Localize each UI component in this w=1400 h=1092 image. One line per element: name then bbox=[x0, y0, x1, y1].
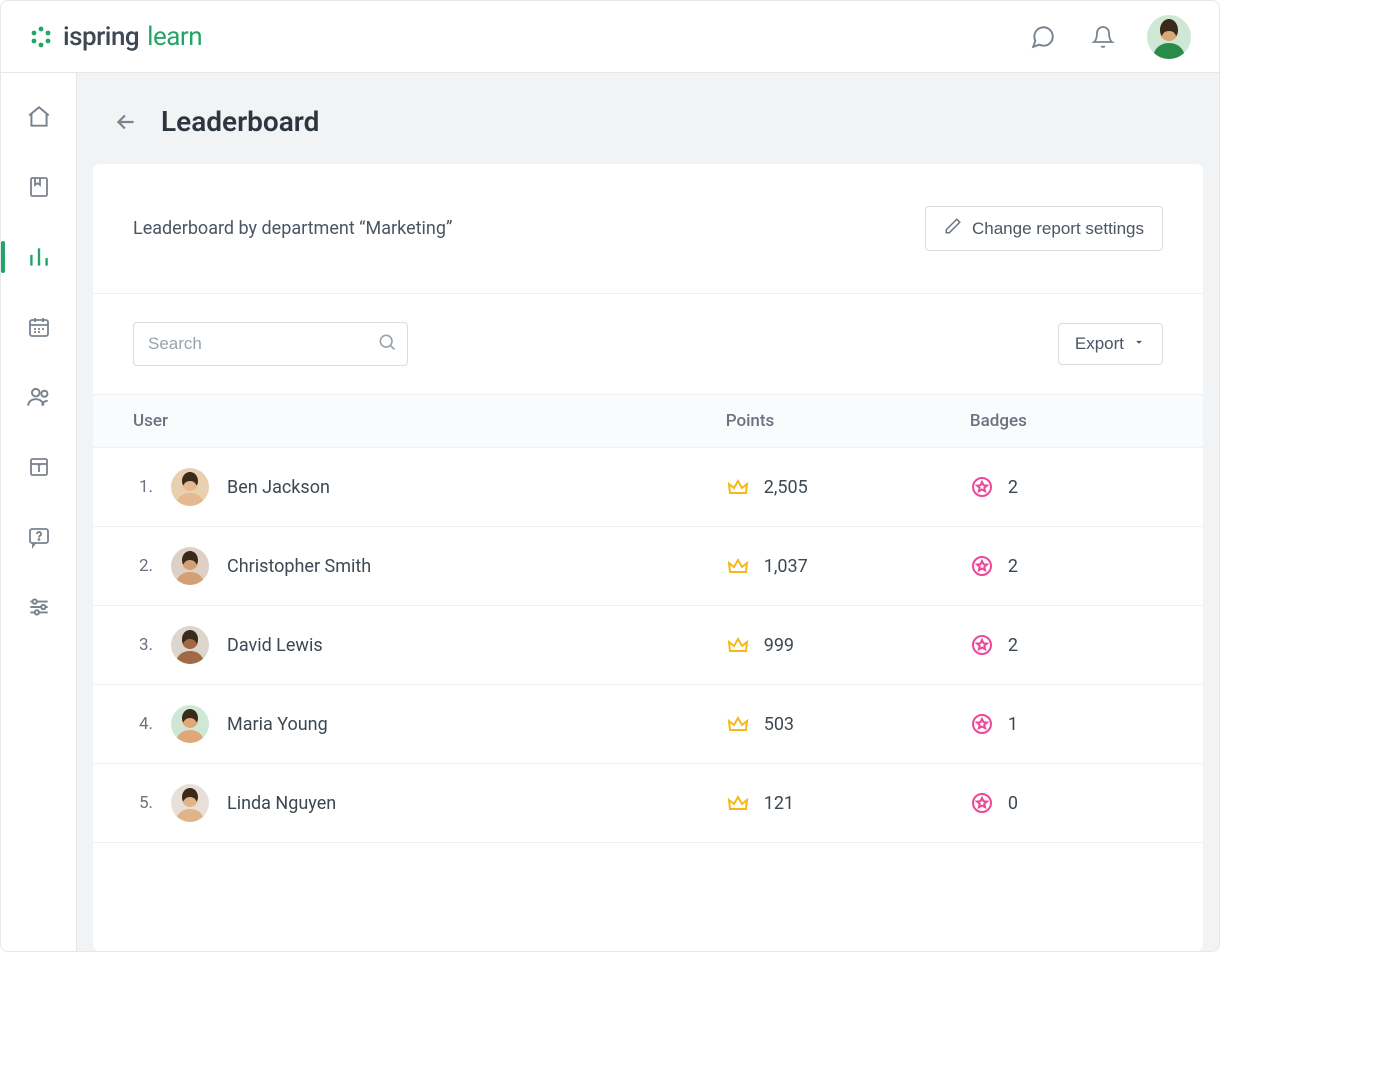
user-avatar-icon bbox=[171, 705, 209, 743]
points-value: 2,505 bbox=[764, 477, 808, 498]
topbar: ispring learn bbox=[1, 1, 1219, 73]
star-badge-icon bbox=[970, 791, 994, 815]
search-input[interactable] bbox=[148, 334, 377, 354]
table-row[interactable]: 2. Christopher Smith 1,037 2 bbox=[93, 527, 1203, 606]
rank: 2. bbox=[133, 556, 153, 576]
star-badge-icon bbox=[970, 712, 994, 736]
sidebar-courses-icon[interactable] bbox=[15, 167, 63, 207]
points-value: 503 bbox=[764, 714, 794, 735]
badges-value: 0 bbox=[1008, 793, 1018, 814]
logo[interactable]: ispring learn bbox=[29, 22, 202, 52]
table-row[interactable]: 1. Ben Jackson 2,505 2 bbox=[93, 448, 1203, 527]
chevron-down-icon bbox=[1132, 334, 1146, 354]
user-avatar-icon bbox=[171, 468, 209, 506]
star-badge-icon bbox=[970, 554, 994, 578]
crown-icon bbox=[726, 554, 750, 578]
badges-value: 2 bbox=[1008, 635, 1018, 656]
sidebar-settings-icon[interactable] bbox=[15, 587, 63, 627]
report-description: Leaderboard by department “Marketing” bbox=[133, 218, 452, 239]
sidebar-info-icon[interactable] bbox=[15, 447, 63, 487]
back-button[interactable] bbox=[113, 109, 139, 135]
sidebar-reports-icon[interactable] bbox=[15, 237, 63, 277]
table-row[interactable]: 3. David Lewis 999 2 bbox=[93, 606, 1203, 685]
rank: 3. bbox=[133, 635, 153, 655]
logo-text-2: learn bbox=[147, 22, 202, 52]
col-header-points[interactable]: Points bbox=[726, 395, 970, 448]
crown-icon bbox=[726, 712, 750, 736]
logo-mark-icon bbox=[29, 25, 53, 49]
rank: 1. bbox=[133, 477, 153, 497]
export-label: Export bbox=[1075, 334, 1124, 354]
points-value: 999 bbox=[764, 635, 794, 656]
bell-icon[interactable] bbox=[1087, 21, 1119, 53]
pencil-icon bbox=[944, 217, 962, 240]
col-header-user[interactable]: User bbox=[93, 395, 726, 448]
user-avatar-icon bbox=[171, 784, 209, 822]
user-name: Ben Jackson bbox=[227, 477, 330, 498]
page-title: Leaderboard bbox=[161, 105, 319, 138]
table-row[interactable]: 4. Maria Young 503 1 bbox=[93, 685, 1203, 764]
rank: 5. bbox=[133, 793, 153, 813]
change-report-settings-button[interactable]: Change report settings bbox=[925, 206, 1163, 251]
change-report-settings-label: Change report settings bbox=[972, 219, 1144, 239]
sidebar-home-icon[interactable] bbox=[15, 97, 63, 137]
badges-value: 2 bbox=[1008, 477, 1018, 498]
rank: 4. bbox=[133, 714, 153, 734]
content: Leaderboard Leaderboard by department “M… bbox=[77, 73, 1219, 951]
badges-value: 2 bbox=[1008, 556, 1018, 577]
sidebar-help-icon[interactable] bbox=[15, 517, 63, 557]
leaderboard-table: User Points Badges 1.Ben Jackson2,50522.… bbox=[93, 394, 1203, 843]
star-badge-icon bbox=[970, 475, 994, 499]
user-name: Maria Young bbox=[227, 714, 328, 735]
badges-value: 1 bbox=[1008, 714, 1018, 735]
user-name: Christopher Smith bbox=[227, 556, 371, 577]
user-avatar[interactable] bbox=[1147, 15, 1191, 59]
points-value: 121 bbox=[764, 793, 794, 814]
crown-icon bbox=[726, 791, 750, 815]
report-panel: Leaderboard by department “Marketing” Ch… bbox=[93, 164, 1203, 951]
user-name: Linda Nguyen bbox=[227, 793, 336, 814]
crown-icon bbox=[726, 633, 750, 657]
logo-text-1: ispring bbox=[63, 22, 139, 52]
star-badge-icon bbox=[970, 633, 994, 657]
user-avatar-icon bbox=[171, 547, 209, 585]
search-input-wrap[interactable] bbox=[133, 322, 408, 366]
user-name: David Lewis bbox=[227, 635, 323, 656]
table-row[interactable]: 5. Linda Nguyen 121 0 bbox=[93, 764, 1203, 843]
sidebar-calendar-icon[interactable] bbox=[15, 307, 63, 347]
sidebar bbox=[1, 73, 77, 951]
chat-icon[interactable] bbox=[1027, 21, 1059, 53]
col-header-badges[interactable]: Badges bbox=[970, 395, 1203, 448]
crown-icon bbox=[726, 475, 750, 499]
sidebar-users-icon[interactable] bbox=[15, 377, 63, 417]
points-value: 1,037 bbox=[764, 556, 808, 577]
search-icon bbox=[377, 332, 397, 356]
export-button[interactable]: Export bbox=[1058, 323, 1163, 365]
user-avatar-icon bbox=[171, 626, 209, 664]
